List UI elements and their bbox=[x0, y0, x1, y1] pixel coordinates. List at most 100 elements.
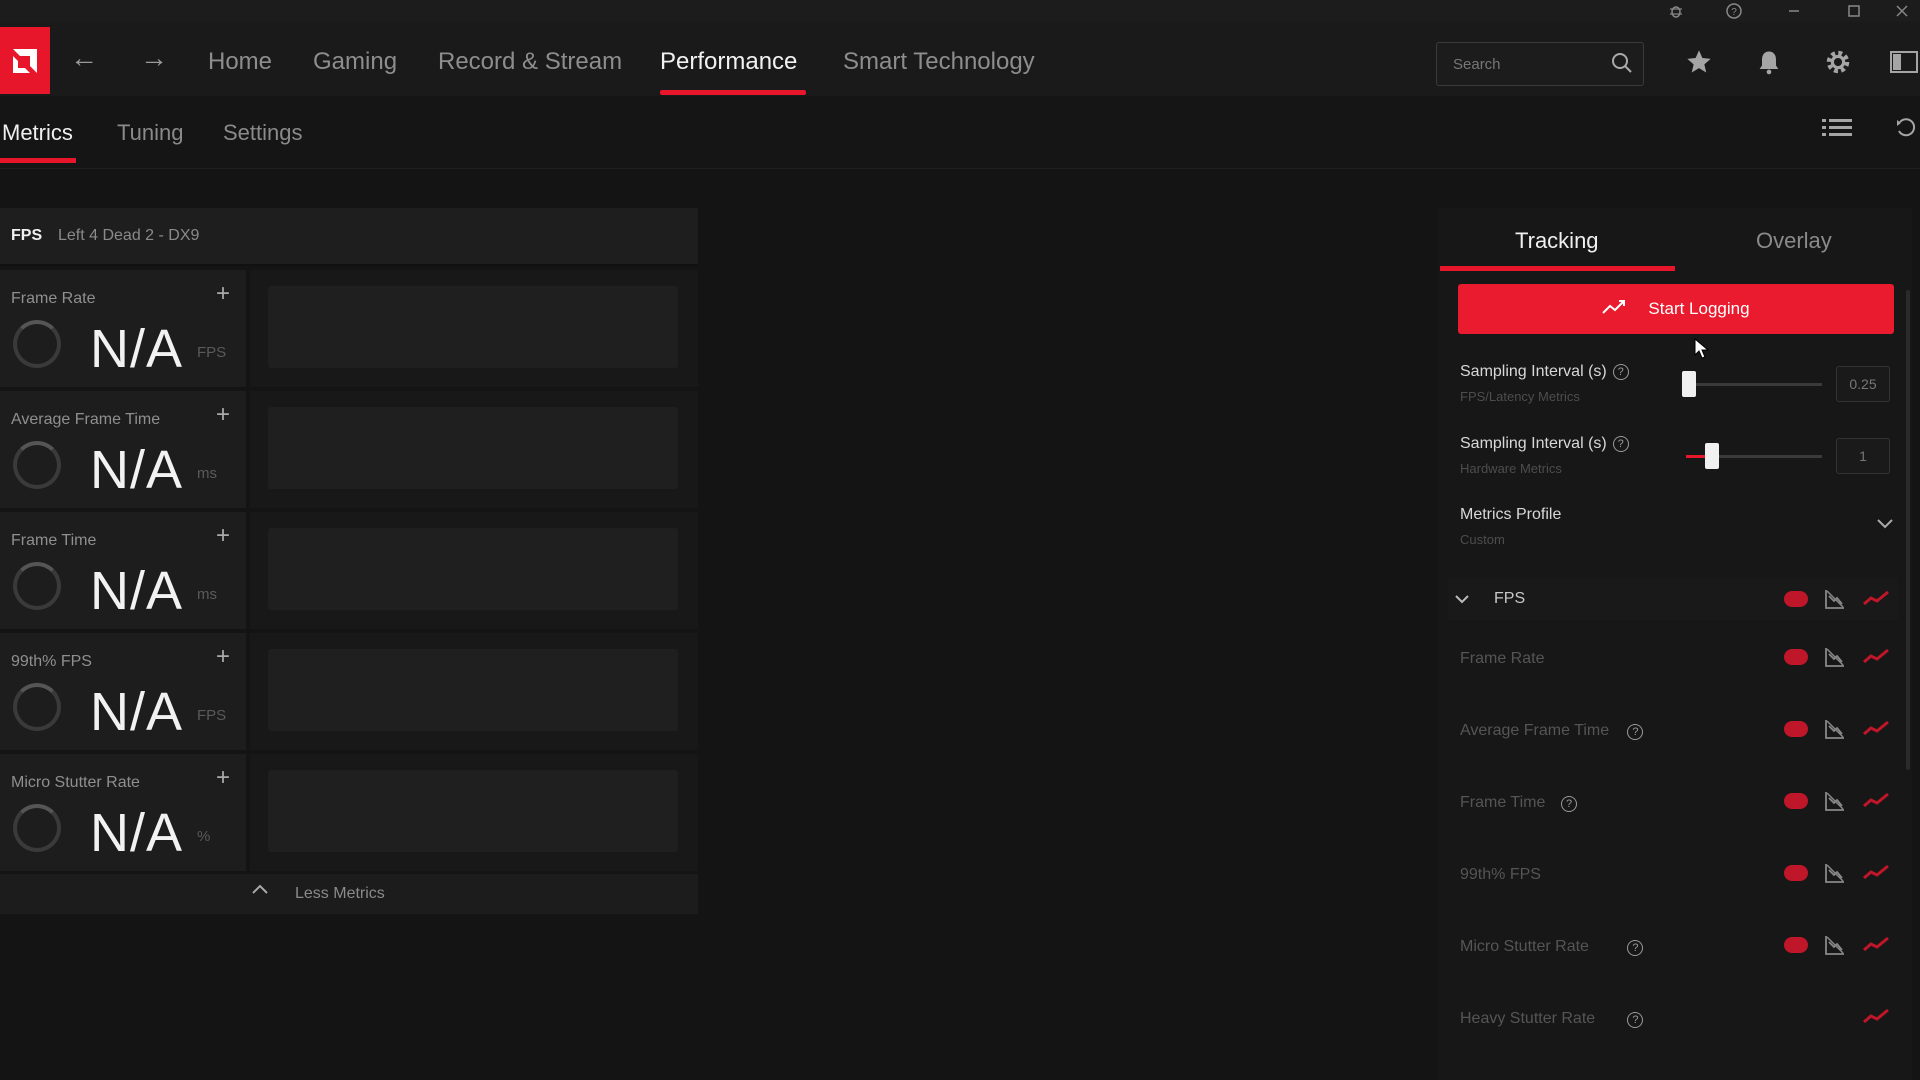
metric-graph-area bbox=[250, 633, 698, 750]
add-metric-icon[interactable]: + bbox=[216, 764, 230, 792]
chart-icon[interactable] bbox=[1824, 862, 1846, 884]
metric-unit: ms bbox=[197, 586, 217, 603]
metrics-profile-dropdown[interactable]: Metrics Profile Custom bbox=[1458, 500, 1894, 550]
nav-record-stream[interactable]: Record & Stream bbox=[438, 48, 622, 76]
metric-unit: FPS bbox=[197, 344, 227, 361]
metrics-profile-value: Custom bbox=[1460, 532, 1505, 547]
star-icon[interactable] bbox=[1679, 42, 1719, 82]
less-metrics-button[interactable]: Less Metrics bbox=[0, 874, 698, 914]
tab-metrics[interactable]: Metrics bbox=[2, 120, 73, 146]
search-box[interactable] bbox=[1436, 42, 1644, 86]
toggle-record-icon[interactable] bbox=[1784, 649, 1808, 665]
sampling-interval-hw-value[interactable]: 1 bbox=[1836, 438, 1890, 474]
nav-home[interactable]: Home bbox=[208, 48, 272, 76]
svg-text:?: ? bbox=[1731, 7, 1737, 18]
help-icon[interactable]: ? bbox=[1561, 796, 1577, 812]
loading-ring-icon bbox=[13, 562, 61, 610]
nav-gaming[interactable]: Gaming bbox=[313, 48, 397, 76]
help-icon[interactable]: ? bbox=[1612, 363, 1629, 380]
metric-summary: Micro Stutter Rate + N/A % bbox=[0, 754, 246, 871]
line-color-icon[interactable] bbox=[1862, 1006, 1890, 1028]
toggle-record-icon[interactable] bbox=[1784, 591, 1808, 607]
toggle-record-icon[interactable] bbox=[1784, 865, 1808, 881]
chart-icon[interactable] bbox=[1824, 588, 1846, 610]
line-color-icon[interactable] bbox=[1862, 934, 1890, 956]
metric-row-label: Frame Time bbox=[1460, 794, 1546, 811]
sidebar-toggle-icon[interactable] bbox=[1884, 42, 1920, 82]
chart-icon[interactable] bbox=[1824, 934, 1846, 956]
search-input[interactable] bbox=[1451, 52, 1605, 76]
metric-row-label: Micro Stutter Rate bbox=[1460, 938, 1589, 955]
metric-graph-area bbox=[250, 754, 698, 871]
list-view-icon[interactable] bbox=[1822, 116, 1852, 145]
sampling-interval-fps-sub: FPS/Latency Metrics bbox=[1460, 389, 1580, 404]
metric-graph bbox=[268, 286, 678, 368]
tracking-tab-underline bbox=[1440, 266, 1675, 271]
close-icon[interactable] bbox=[1882, 0, 1920, 22]
start-logging-button[interactable]: Start Logging bbox=[1458, 284, 1894, 334]
tab-settings[interactable]: Settings bbox=[223, 120, 303, 146]
add-metric-icon[interactable]: + bbox=[216, 280, 230, 308]
sampling-interval-fps-slider[interactable] bbox=[1682, 371, 1696, 397]
metric-row-controls bbox=[1784, 790, 1894, 814]
chevron-down-icon bbox=[1876, 516, 1894, 534]
line-color-icon[interactable] bbox=[1862, 790, 1890, 812]
metric-card-micro-stutter-rate: Micro Stutter Rate + N/A % bbox=[0, 754, 698, 871]
tab-tracking[interactable]: Tracking bbox=[1515, 228, 1599, 254]
metric-row-label: Heavy Stutter Rate bbox=[1460, 1010, 1596, 1027]
line-color-icon[interactable] bbox=[1862, 588, 1890, 610]
bug-icon[interactable] bbox=[1656, 0, 1696, 22]
bell-icon[interactable] bbox=[1749, 42, 1789, 82]
help-icon[interactable]: ? bbox=[1612, 435, 1629, 452]
sampling-interval-fps-value[interactable]: 0.25 bbox=[1836, 366, 1890, 402]
metric-card-frame-rate: Frame Rate + N/A FPS bbox=[0, 270, 698, 387]
start-logging-label: Start Logging bbox=[1648, 299, 1750, 318]
metric-card-frame-time: Frame Time + N/A ms bbox=[0, 512, 698, 629]
sampling-interval-hw-slider[interactable] bbox=[1705, 443, 1720, 469]
tab-active-underline bbox=[0, 158, 76, 163]
loading-ring-icon bbox=[13, 683, 61, 731]
line-color-icon[interactable] bbox=[1862, 718, 1890, 740]
forward-arrow-icon[interactable]: → bbox=[136, 40, 172, 76]
chart-icon[interactable] bbox=[1824, 790, 1846, 812]
metric-graph bbox=[268, 770, 678, 852]
nav-performance[interactable]: Performance bbox=[660, 48, 797, 76]
sampling-interval-text: Sampling Interval (s) bbox=[1460, 363, 1607, 380]
nav-smart-technology[interactable]: Smart Technology bbox=[843, 48, 1035, 76]
line-color-icon[interactable] bbox=[1862, 646, 1890, 668]
metric-title: Average Frame Time bbox=[11, 411, 161, 428]
back-arrow-icon[interactable]: ← bbox=[66, 40, 102, 76]
tab-tuning[interactable]: Tuning bbox=[117, 120, 183, 146]
minimize-icon[interactable] bbox=[1774, 0, 1814, 22]
reset-icon[interactable] bbox=[1894, 116, 1918, 145]
toggle-record-icon[interactable] bbox=[1784, 793, 1808, 809]
panel-scrollbar[interactable] bbox=[1906, 290, 1910, 770]
tab-overlay[interactable]: Overlay bbox=[1756, 228, 1832, 254]
chart-icon[interactable] bbox=[1824, 718, 1846, 740]
metric-row-label: 99th% FPS bbox=[1460, 866, 1541, 883]
search-icon[interactable] bbox=[1611, 52, 1633, 79]
game-name: Left 4 Dead 2 - DX9 bbox=[58, 227, 200, 244]
metric-title: Frame Time bbox=[11, 532, 97, 549]
metric-graph-area bbox=[250, 391, 698, 508]
sampling-interval-fps-track[interactable] bbox=[1686, 383, 1822, 386]
add-metric-icon[interactable]: + bbox=[216, 643, 230, 671]
metric-graph-area bbox=[250, 512, 698, 629]
fps-tag: FPS bbox=[11, 227, 43, 244]
title-bar bbox=[0, 0, 1920, 22]
fps-group-label: FPS bbox=[1494, 590, 1526, 607]
line-color-icon[interactable] bbox=[1862, 862, 1890, 884]
help-icon[interactable]: ? bbox=[1714, 0, 1754, 22]
maximize-icon[interactable] bbox=[1834, 0, 1874, 22]
add-metric-icon[interactable]: + bbox=[216, 401, 230, 429]
amd-logo[interactable] bbox=[0, 27, 50, 94]
nav-active-underline bbox=[660, 90, 806, 95]
gear-icon[interactable] bbox=[1818, 42, 1858, 82]
metric-summary: Frame Rate + N/A FPS bbox=[0, 270, 246, 387]
add-metric-icon[interactable]: + bbox=[216, 522, 230, 550]
toggle-record-icon[interactable] bbox=[1784, 937, 1808, 953]
metric-graph bbox=[268, 649, 678, 731]
mouse-cursor-icon bbox=[1694, 337, 1710, 365]
chart-icon[interactable] bbox=[1824, 646, 1846, 668]
toggle-record-icon[interactable] bbox=[1784, 721, 1808, 737]
